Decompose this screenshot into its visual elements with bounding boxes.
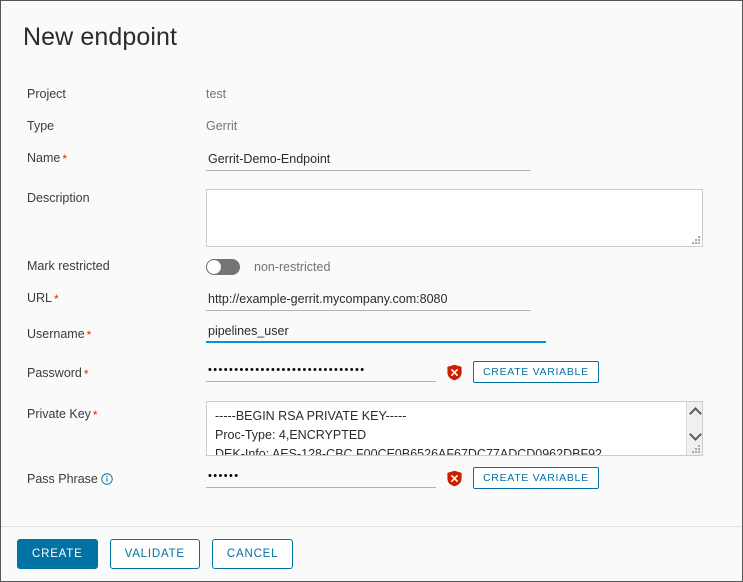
- project-value: test: [206, 87, 227, 101]
- form-row-mark-restricted: Mark restricted non-restricted: [1, 259, 742, 291]
- error-shield-icon: [447, 470, 462, 486]
- mark-restricted-state-text: non-restricted: [254, 260, 331, 274]
- password-label: Password *: [27, 366, 89, 381]
- info-icon[interactable]: [101, 473, 113, 488]
- page-title: New endpoint: [23, 23, 178, 51]
- type-label: Type: [27, 119, 55, 133]
- private-key-required-asterisk: *: [92, 408, 98, 422]
- dialog-footer: CREATE VALIDATE CANCEL: [1, 526, 742, 581]
- password-input[interactable]: ••••••••••••••••••••••••••••••: [206, 362, 436, 382]
- pass-phrase-create-variable-button[interactable]: CREATE VARIABLE: [473, 467, 599, 489]
- form-row-private-key: Private Key * -----BEGIN RSA PRIVATE KEY-…: [1, 401, 742, 467]
- resize-grip-icon: [692, 236, 700, 244]
- create-button[interactable]: CREATE: [17, 539, 98, 569]
- form-row-username: Username *: [1, 323, 742, 361]
- pass-phrase-input[interactable]: ••••••: [206, 468, 436, 488]
- mark-restricted-toggle[interactable]: [206, 259, 240, 275]
- endpoint-form: Project test Type Gerrit Name* Descripti…: [1, 87, 742, 507]
- form-row-name: Name *: [1, 151, 742, 189]
- url-label: URL *: [27, 291, 59, 306]
- error-shield-icon: [447, 364, 462, 380]
- name-label: Name *: [27, 151, 68, 166]
- project-label: Project: [27, 87, 66, 101]
- private-key-line: -----BEGIN RSA PRIVATE KEY-----: [215, 409, 407, 423]
- form-row-project: Project test: [1, 87, 742, 119]
- username-label: Username *: [27, 327, 92, 342]
- private-key-textarea[interactable]: -----BEGIN RSA PRIVATE KEY----- Proc-Typ…: [206, 401, 703, 456]
- form-row-description: Description: [1, 189, 742, 259]
- password-create-variable-button[interactable]: CREATE VARIABLE: [473, 361, 599, 383]
- form-row-type: Type Gerrit: [1, 119, 742, 151]
- description-textarea-wrapper[interactable]: [206, 189, 703, 247]
- validate-button[interactable]: VALIDATE: [109, 539, 200, 569]
- private-key-line: Proc-Type: 4,ENCRYPTED: [215, 428, 367, 442]
- description-label: Description: [27, 191, 90, 205]
- form-row-url: URL *: [1, 291, 742, 323]
- cancel-button[interactable]: CANCEL: [211, 539, 294, 569]
- username-input[interactable]: [206, 323, 546, 343]
- mark-restricted-label: Mark restricted: [27, 259, 110, 273]
- pass-phrase-label: Pass Phrase: [1, 467, 206, 488]
- private-key-scrollbar[interactable]: [686, 402, 702, 455]
- private-key-line: DEK-Info: AES-128-CBC,F00CE0B6526AF67DC7…: [215, 447, 602, 456]
- name-required-asterisk: *: [62, 152, 68, 166]
- form-row-password: Password * ••••••••••••••••••••••••••••••…: [1, 361, 742, 401]
- username-required-asterisk: *: [86, 328, 92, 342]
- type-value: Gerrit: [206, 119, 238, 133]
- url-input[interactable]: [206, 291, 531, 311]
- new-endpoint-dialog: New endpoint Project test Type Gerrit Na…: [0, 0, 743, 582]
- form-row-pass-phrase: Pass Phrase •••••• CREATE VARIABLE: [1, 467, 742, 507]
- url-required-asterisk: *: [54, 292, 59, 306]
- private-key-label: Private Key *: [27, 407, 98, 422]
- toggle-knob: [207, 260, 221, 274]
- password-required-asterisk: *: [83, 367, 89, 381]
- name-input[interactable]: [206, 151, 531, 171]
- scroll-up-icon[interactable]: [687, 404, 702, 420]
- scroll-down-icon[interactable]: [687, 428, 702, 444]
